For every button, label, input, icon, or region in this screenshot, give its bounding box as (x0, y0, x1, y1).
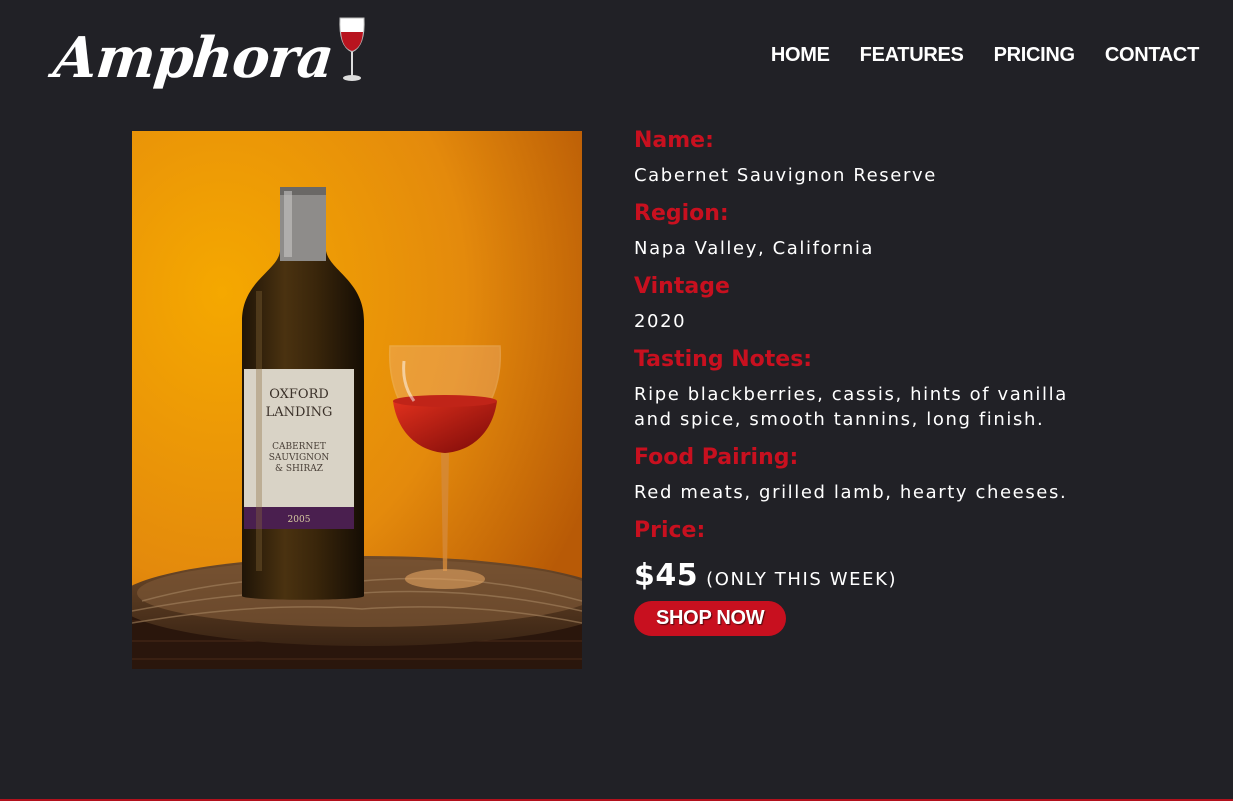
price-label: Price: (634, 518, 706, 543)
vintage-label: Vintage (634, 274, 730, 299)
shop-now-button[interactable]: SHOP NOW (634, 601, 787, 636)
product-details: Name: Cabernet Sauvignon Reserve Region:… (634, 126, 1104, 636)
bottle-label-line1: OXFORD (269, 387, 329, 402)
main-nav: HOME FEATURES PRICING CONTACT (771, 44, 1199, 67)
bottle-label-line4: SAUVIGNON (269, 453, 330, 463)
price-amount: $45 (634, 558, 699, 593)
price-note: (ONLY THIS WEEK) (706, 569, 898, 590)
region-value: Napa Valley, California (634, 238, 875, 259)
nav-home[interactable]: HOME (771, 44, 830, 67)
tasting-notes-value: Ripe blackberries, cassis, hints of vani… (634, 384, 1068, 430)
bottle-label-line3: CABERNET (272, 442, 326, 452)
logo-text: Amphora (50, 25, 337, 91)
wine-bottle-photo: OXFORD LANDING CABERNET SAUVIGNON & SHIR… (132, 131, 582, 669)
bottle-label-line2: LANDING (266, 405, 333, 420)
name-label: Name: (634, 128, 714, 153)
name-value: Cabernet Sauvignon Reserve (634, 165, 937, 186)
product-photo: OXFORD LANDING CABERNET SAUVIGNON & SHIR… (132, 131, 582, 669)
bottle-label-line5: & SHIRAZ (275, 464, 323, 474)
food-pairing-label: Food Pairing: (634, 445, 799, 470)
wine-glass-icon (339, 17, 365, 81)
region-label: Region: (634, 201, 729, 226)
nav-features[interactable]: FEATURES (860, 44, 964, 67)
nav-contact[interactable]: CONTACT (1105, 44, 1199, 67)
bottle-label-line6: 2005 (288, 515, 311, 525)
nav-pricing[interactable]: PRICING (994, 44, 1076, 67)
price-row: $45 (ONLY THIS WEEK) (634, 558, 1104, 593)
site-logo[interactable]: Amphora (50, 14, 367, 91)
vintage-value: 2020 (634, 311, 687, 332)
food-pairing-value: Red meats, grilled lamb, hearty cheeses. (634, 482, 1068, 503)
tasting-notes-label: Tasting Notes: (634, 347, 813, 372)
